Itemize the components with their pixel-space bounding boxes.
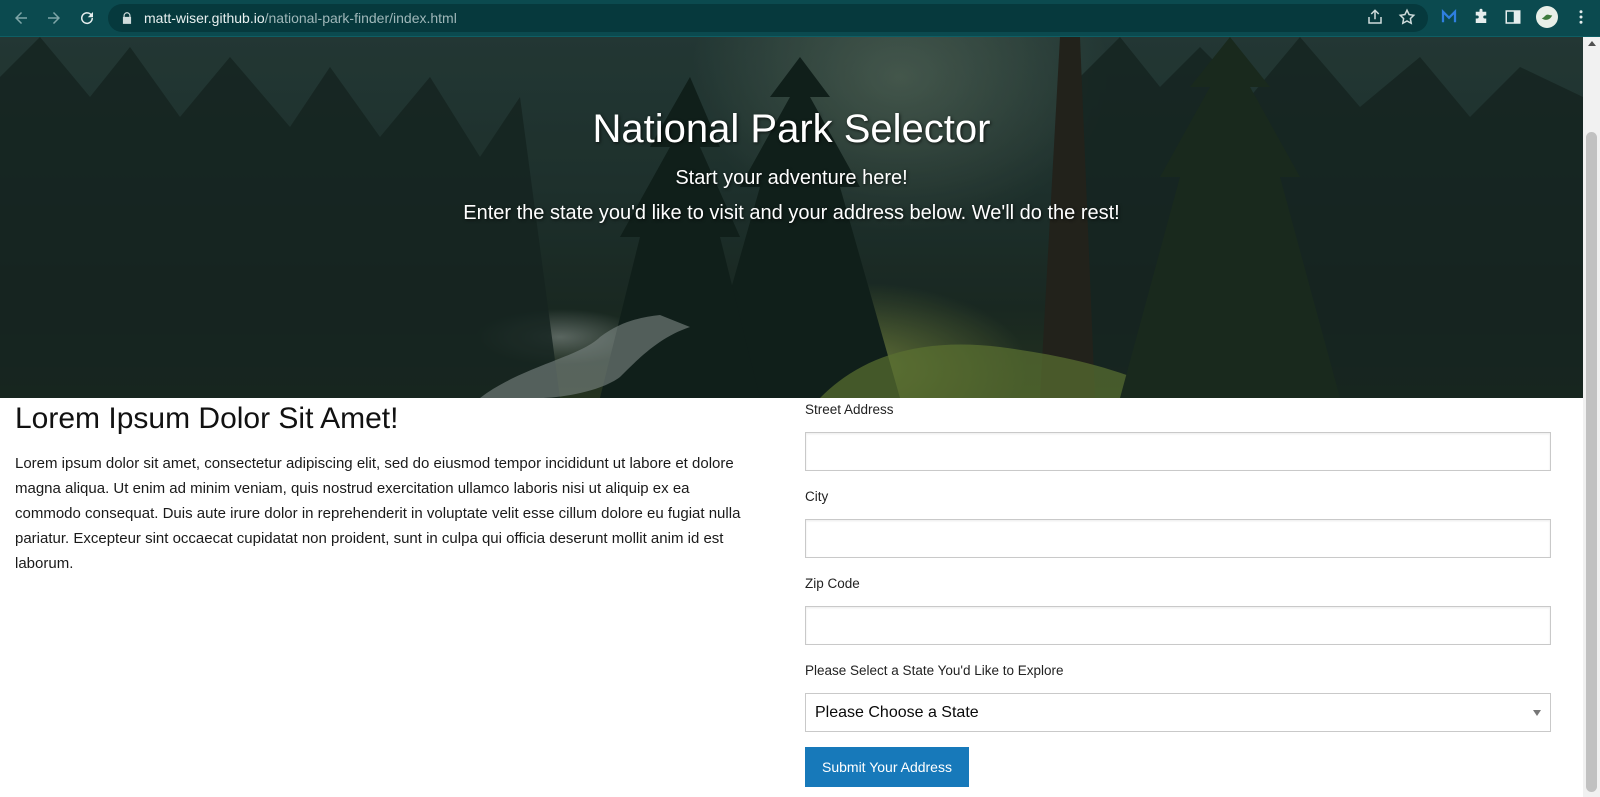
zip-code-label: Zip Code <box>805 576 860 591</box>
state-select-label: Please Select a State You'd Like to Expl… <box>805 663 1064 678</box>
page-title: National Park Selector <box>592 107 991 151</box>
star-icon[interactable] <box>1398 8 1416 26</box>
zip-code-input[interactable] <box>805 606 1551 645</box>
bird-icon <box>1541 14 1553 20</box>
hero-banner: National Park Selector Start your advent… <box>0 37 1583 398</box>
puzzle-icon[interactable] <box>1472 8 1490 26</box>
page-scrollbar[interactable] <box>1583 37 1600 797</box>
lock-icon <box>122 12 132 24</box>
intro-body: Lorem ipsum dolor sit amet, consectetur … <box>15 455 741 572</box>
address-bar[interactable]: matt-wiser.github.io/national-park-finde… <box>108 4 1428 32</box>
reload-button[interactable] <box>75 6 99 30</box>
scrollbar-thumb[interactable] <box>1586 132 1597 792</box>
browser-toolbar: matt-wiser.github.io/national-park-finde… <box>0 0 1600 37</box>
address-form: Street Address City Zip Code Please Sele… <box>805 402 1553 787</box>
arrow-left-icon <box>15 12 27 24</box>
city-input[interactable] <box>805 519 1551 558</box>
reload-icon <box>81 12 94 25</box>
url-host: matt-wiser.github.io <box>144 10 265 26</box>
city-label: City <box>805 489 829 504</box>
state-select[interactable]: Please Choose a State <box>805 693 1551 732</box>
extension-m-icon[interactable] <box>1440 8 1458 26</box>
arrow-right-icon <box>48 12 60 24</box>
url-path: /national-park-finder/index.html <box>264 10 457 26</box>
scroll-up-arrow-icon[interactable] <box>1588 41 1596 46</box>
share-icon[interactable] <box>1366 8 1384 26</box>
kebab-menu-icon[interactable] <box>1572 8 1590 26</box>
page-viewport: National Park Selector Start your advent… <box>0 37 1583 797</box>
street-address-label: Street Address <box>805 402 894 417</box>
side-panel-icon[interactable] <box>1504 8 1522 26</box>
intro-heading: Lorem Ipsum Dolor Sit Amet! <box>15 402 399 435</box>
forward-button[interactable] <box>42 6 66 30</box>
state-select-value: Please Choose a State <box>815 703 979 721</box>
dropdown-arrow-icon <box>1533 710 1541 716</box>
hero-subtitle: Start your adventure here! <box>675 167 908 189</box>
back-button[interactable] <box>9 6 33 30</box>
hero-instructions: Enter the state you'd like to visit and … <box>463 202 1120 224</box>
street-address-input[interactable] <box>805 432 1551 471</box>
submit-address-button[interactable]: Submit Your Address <box>805 747 969 787</box>
profile-avatar[interactable] <box>1536 6 1558 28</box>
